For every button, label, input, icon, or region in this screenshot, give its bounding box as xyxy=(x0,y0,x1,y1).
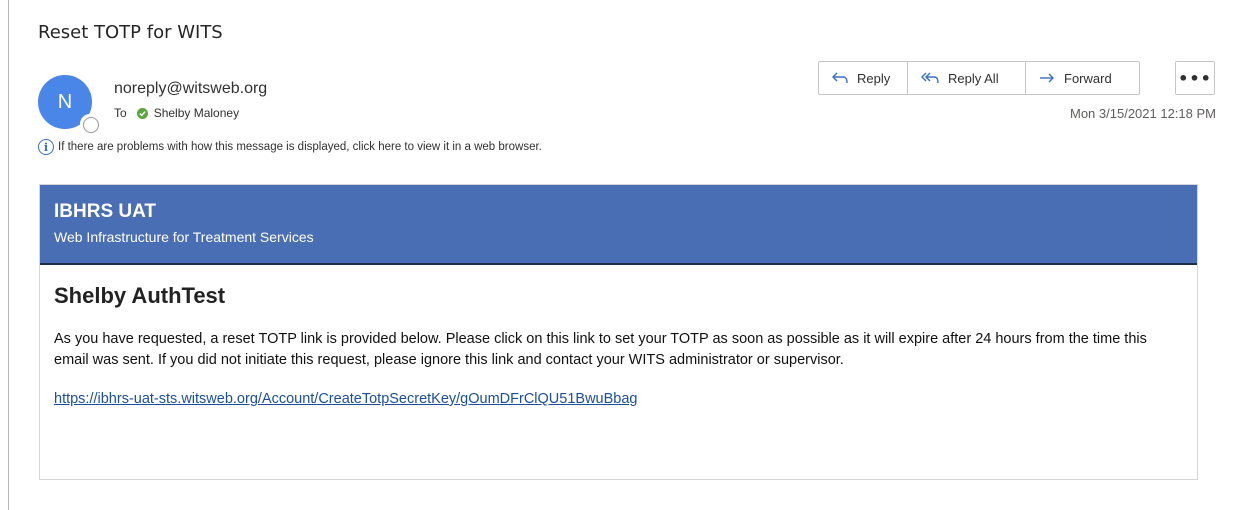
reset-totp-link[interactable]: https://ibhrs-uat-sts.witsweb.org/Accoun… xyxy=(54,391,637,407)
sender-address[interactable]: noreply@witsweb.org xyxy=(114,80,267,98)
more-icon: ••• xyxy=(1178,68,1212,88)
email-body: Shelby AuthTest As you have requested, a… xyxy=(40,265,1197,426)
avatar-initial: N xyxy=(57,90,73,113)
recipient-name[interactable]: Shelby Maloney xyxy=(154,106,239,120)
info-icon: i xyxy=(38,139,54,155)
reply-label: Reply xyxy=(857,70,891,86)
email-banner: IBHRS UAT Web Infrastructure for Treatme… xyxy=(40,185,1197,265)
to-label: To xyxy=(114,106,127,120)
more-actions-button[interactable]: ••• xyxy=(1175,61,1215,95)
email-content: IBHRS UAT Web Infrastructure for Treatme… xyxy=(39,184,1198,480)
org-name: IBHRS UAT xyxy=(54,201,157,222)
display-info-bar[interactable]: i If there are problems with how this me… xyxy=(38,139,542,155)
org-subtitle: Web Infrastructure for Treatment Service… xyxy=(54,229,314,245)
reply-all-label: Reply All xyxy=(948,70,999,86)
forward-icon xyxy=(1040,73,1054,83)
greeting-name: Shelby AuthTest xyxy=(54,283,226,308)
info-message[interactable]: If there are problems with how this mess… xyxy=(58,141,542,153)
presence-icon xyxy=(80,114,100,134)
message-actions: Reply Reply All Forward xyxy=(818,61,1140,95)
message-text: As you have requested, a reset TOTP link… xyxy=(54,331,1147,368)
reply-icon xyxy=(832,72,848,84)
received-date: Mon 3/15/2021 12:18 PM xyxy=(1070,106,1216,121)
forward-button[interactable]: Forward xyxy=(1026,62,1139,94)
reply-button[interactable]: Reply xyxy=(819,62,908,94)
available-status-icon xyxy=(136,107,148,119)
reply-all-button[interactable]: Reply All xyxy=(908,62,1026,94)
window-border xyxy=(8,0,9,510)
email-subject: Reset TOTP for WITS xyxy=(38,22,223,43)
forward-label: Forward xyxy=(1064,70,1112,86)
recipient-line: To Shelby Maloney xyxy=(114,106,239,120)
reply-all-icon xyxy=(921,72,939,84)
